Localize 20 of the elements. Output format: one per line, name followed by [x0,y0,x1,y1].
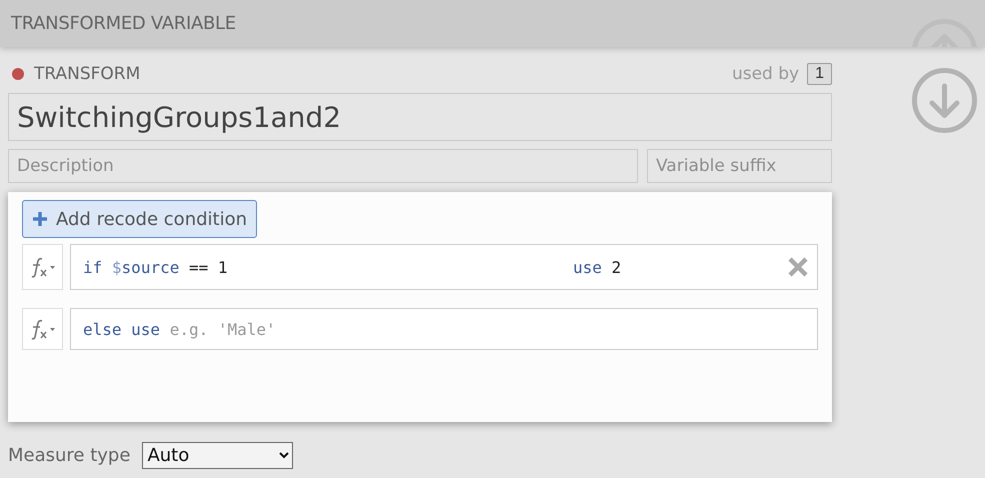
plus-icon [32,211,48,227]
function-menu-button[interactable] [22,244,63,290]
used-by-count[interactable]: 1 [807,63,832,85]
name-field[interactable]: SwitchingGroups1and2 [8,93,832,141]
section-title: TRANSFORMED VARIABLE [11,13,236,34]
used-by-label: used by [732,64,800,84]
measure-type-select[interactable]: Auto [142,442,294,469]
status-dot [12,68,24,80]
suffix-field[interactable]: Variable suffix [647,149,832,183]
description-field[interactable]: Description [8,149,638,183]
add-condition-button[interactable]: Add recode condition [22,200,258,238]
move-down-icon[interactable] [911,67,978,134]
condition-field[interactable]: if $source == 1 use 2 [70,244,818,290]
function-menu-button[interactable] [22,308,63,350]
function-icon [30,318,56,340]
transform-label: TRANSFORM [34,64,142,84]
function-icon [30,256,56,278]
remove-icon[interactable] [787,256,809,278]
measure-type-label: Measure type [8,445,130,466]
condition-field[interactable]: else use e.g. 'Male' [70,308,818,350]
